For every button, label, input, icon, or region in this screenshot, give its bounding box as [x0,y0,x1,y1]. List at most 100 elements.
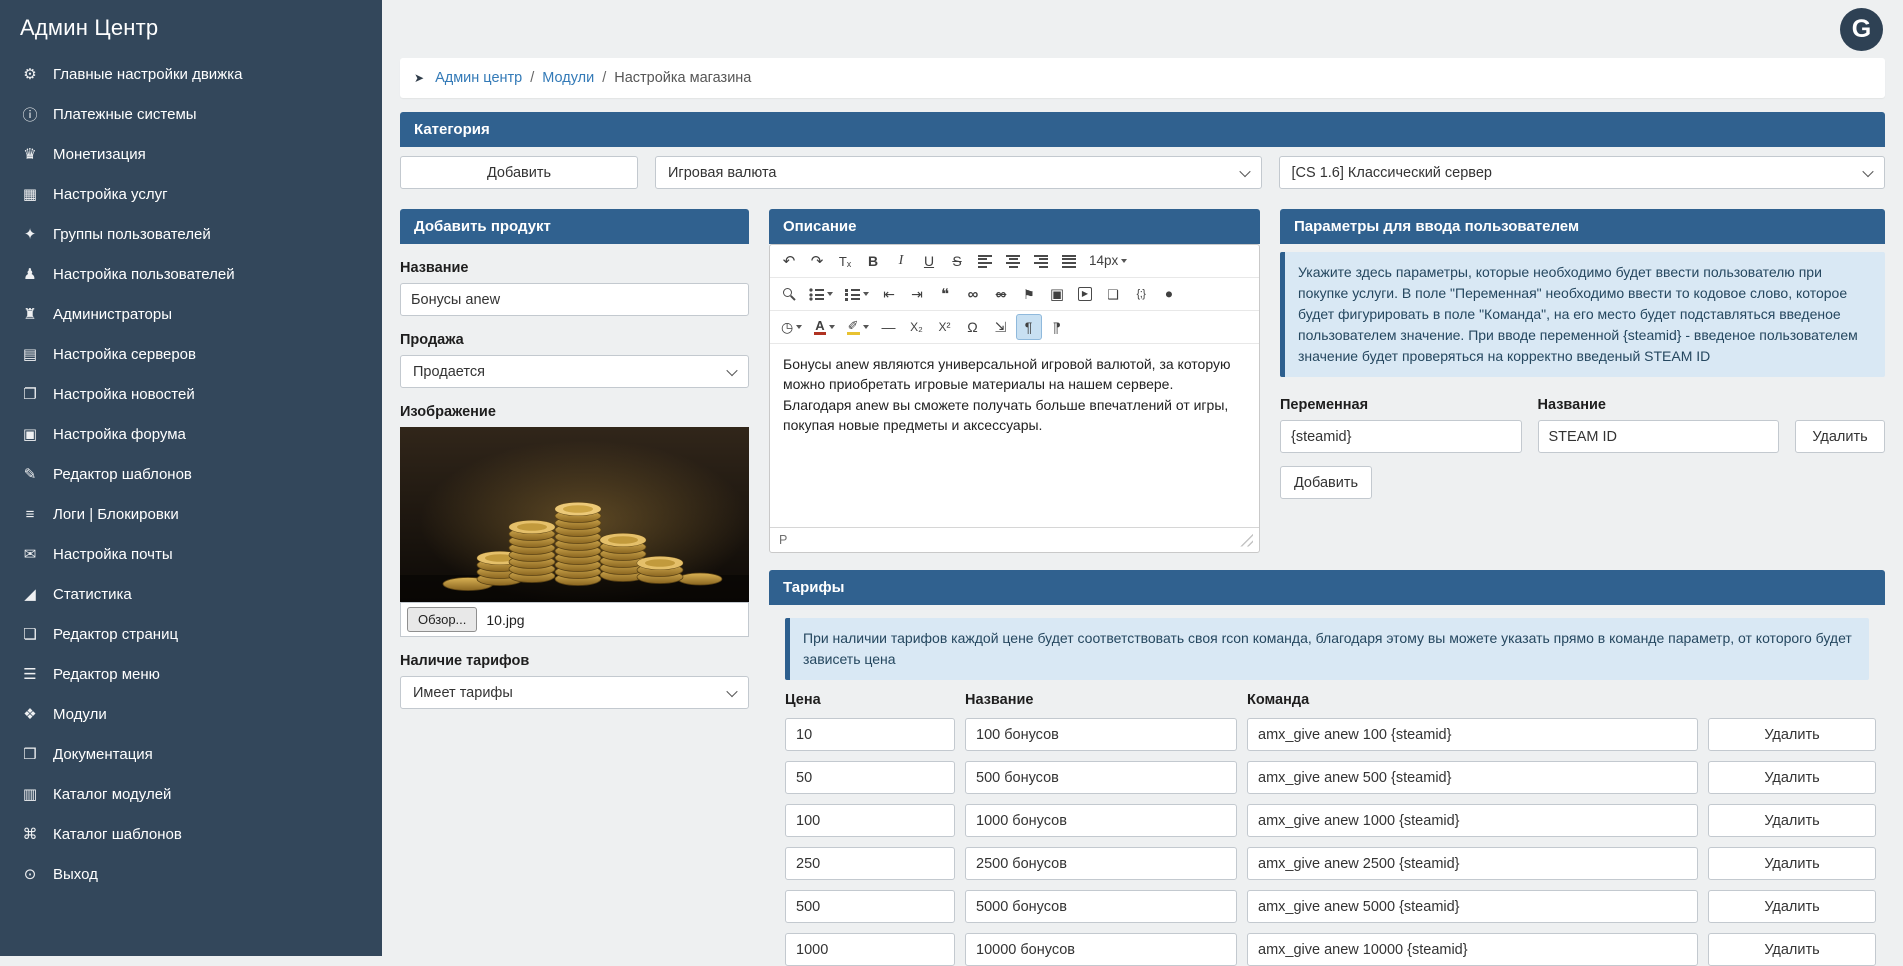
horizontal-rule-button[interactable]: — [876,314,902,340]
cart-icon: ⌘ [20,825,40,843]
highlight-color-button[interactable]: ✐ [842,314,874,340]
tariff-command-input[interactable] [1247,847,1698,880]
tariff-name-input[interactable] [965,847,1237,880]
numbered-list-button[interactable] [840,281,874,307]
subscript-button[interactable]: X₂ [904,314,930,340]
folder-icon: ❐ [20,385,40,403]
sidebar-item[interactable]: ♟ Настройка пользователей [0,254,382,294]
tariff-command-input[interactable] [1247,933,1698,966]
tariff-delete-button[interactable]: Удалить [1708,761,1876,794]
tariff-name-input[interactable] [965,933,1237,966]
variable-input[interactable] [1280,420,1522,453]
tariff-price-input[interactable] [785,761,955,794]
italic-button[interactable]: I [888,248,914,274]
sidebar-item[interactable]: ✉ Настройка почты [0,534,382,574]
tariff-price-input[interactable] [785,804,955,837]
sidebar-item[interactable]: ⌘ Каталог шаблонов [0,814,382,854]
unlink-button[interactable]: ∞ [988,281,1014,307]
tariff-command-input[interactable] [1247,890,1698,923]
logo[interactable]: G [1840,8,1883,51]
param-add-button[interactable]: Добавить [1280,466,1372,499]
sidebar-item[interactable]: ☰ Редактор меню [0,654,382,694]
sidebar-item[interactable]: ❒ Документация [0,734,382,774]
fullscreen-button[interactable]: ⇲ [988,314,1014,340]
insert-image-button[interactable]: ▣ [1044,281,1070,307]
sidebar-item[interactable]: ♛ Монетизация [0,134,382,174]
align-right-button[interactable] [1028,248,1054,274]
resize-grip-icon[interactable] [1240,534,1253,547]
breadcrumb-link-admin[interactable]: Админ центр [435,70,522,86]
page-embed-button[interactable]: ❑ [1100,281,1126,307]
tariff-command-input[interactable] [1247,761,1698,794]
editor-content[interactable]: Бонусы anew являются универсальной игров… [770,344,1259,527]
tariff-price-input[interactable] [785,933,955,966]
tariff-name-input[interactable] [965,761,1237,794]
sidebar-item[interactable]: ▣ Настройка форума [0,414,382,454]
link-button[interactable]: ∞ [960,281,986,307]
underline-button[interactable]: U [916,248,942,274]
tariff-delete-button[interactable]: Удалить [1708,804,1876,837]
sidebar-item[interactable]: ◢ Статистика [0,574,382,614]
outdent-button[interactable]: ⇤ [876,281,902,307]
sidebar-item[interactable]: ▥ Каталог модулей [0,774,382,814]
product-tariff-select[interactable]: Имеет тарифы [400,676,749,709]
sidebar-item[interactable]: ❐ Настройка новостей [0,374,382,414]
tariff-name-input[interactable] [965,804,1237,837]
strikethrough-button[interactable]: S [944,248,970,274]
tariff-command-input[interactable] [1247,804,1698,837]
browse-button[interactable]: Обзор... [407,607,477,632]
search-button[interactable] [776,281,802,307]
ltr-button[interactable]: ¶ [1016,314,1042,340]
undo-button[interactable]: ↶ [776,248,802,274]
align-center-button[interactable] [1000,248,1026,274]
tariff-delete-button[interactable]: Удалить [1708,890,1876,923]
tariff-name-input[interactable] [965,718,1237,751]
tariff-price-input[interactable] [785,718,955,751]
bookmark-button[interactable]: ⚑ [1016,281,1042,307]
indent-button[interactable]: ⇥ [904,281,930,307]
breadcrumb-link-modules[interactable]: Модули [542,70,594,86]
sidebar-item[interactable]: ▤ Настройка серверов [0,334,382,374]
clear-formatting-button[interactable]: Tₓ [832,248,858,274]
tariff-price-input[interactable] [785,890,955,923]
superscript-button[interactable]: X² [932,314,958,340]
category-server-select[interactable]: [CS 1.6] Классический сервер [1279,156,1886,189]
sidebar-item[interactable]: ≡ Логи | Блокировки [0,494,382,534]
category-type-select[interactable]: Игровая валюта [655,156,1262,189]
sidebar-item[interactable]: ❖ Модули [0,694,382,734]
insert-media-button[interactable]: ▶ [1072,281,1098,307]
redo-button[interactable]: ↷ [804,248,830,274]
rtl-button[interactable]: ¶ [1044,314,1070,340]
align-justify-button[interactable] [1056,248,1082,274]
sidebar-item[interactable]: ⓘ Платежные системы [0,94,382,134]
tariff-name-input[interactable] [965,890,1237,923]
tariff-delete-button[interactable]: Удалить [1708,847,1876,880]
param-delete-button[interactable]: Удалить [1795,420,1885,453]
blockquote-button[interactable]: ❝ [932,281,958,307]
sidebar-item[interactable]: ⚙ Главные настройки движка [0,54,382,94]
tariff-delete-button[interactable]: Удалить [1708,933,1876,966]
ink-button[interactable]: ⚫ [1156,281,1182,307]
align-left-button[interactable] [972,248,998,274]
code-sample-button[interactable]: {;} [1128,281,1154,307]
bullet-list-button[interactable] [804,281,838,307]
text-color-button[interactable]: A [809,314,839,340]
product-name-input[interactable] [400,283,749,316]
param-name-input[interactable] [1538,420,1780,453]
sidebar-item[interactable]: ⊙ Выход [0,854,382,894]
font-size-select[interactable]: 14px [1084,248,1132,274]
numbered-list-icon [845,288,860,301]
insert-datetime-button[interactable]: ◷ [776,314,807,340]
bold-button[interactable]: B [860,248,886,274]
sidebar-item[interactable]: ❏ Редактор страниц [0,614,382,654]
tariff-delete-button[interactable]: Удалить [1708,718,1876,751]
sidebar-item[interactable]: ▦ Настройка услуг [0,174,382,214]
tariff-price-input[interactable] [785,847,955,880]
tariff-command-input[interactable] [1247,718,1698,751]
product-sale-select[interactable]: Продается [400,355,749,388]
add-category-button[interactable]: Добавить [400,156,638,189]
sidebar-item[interactable]: ✎ Редактор шаблонов [0,454,382,494]
sidebar-item[interactable]: ✦ Группы пользователей [0,214,382,254]
sidebar-item[interactable]: ♜ Администраторы [0,294,382,334]
special-char-button[interactable]: Ω [960,314,986,340]
